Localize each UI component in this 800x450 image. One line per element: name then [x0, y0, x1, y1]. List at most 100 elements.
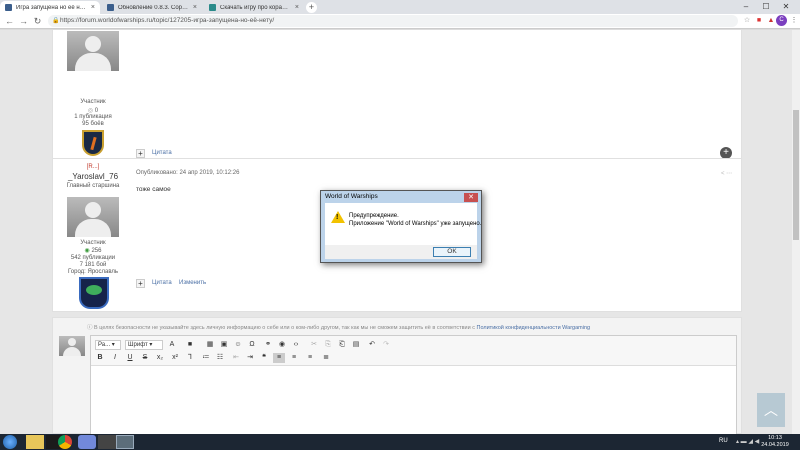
clock-date: 24.04.2019: [761, 442, 789, 448]
post-share-icons[interactable]: < ⋯: [721, 170, 732, 177]
language-indicator[interactable]: RU: [719, 438, 728, 444]
undo-icon[interactable]: ↶: [367, 340, 377, 350]
browser-toolbar: ← → ↻ 🔒 https://forum.worldofwarships.ru…: [0, 14, 800, 29]
discord-icon[interactable]: [78, 435, 96, 449]
preview-icon[interactable]: ◉: [277, 340, 287, 350]
dialog-message-line2: Приложение "World of Warships" уже запущ…: [349, 221, 482, 227]
bold-icon[interactable]: B: [95, 353, 105, 363]
multiquote-button[interactable]: +: [136, 149, 145, 158]
link-icon[interactable]: ⚭: [263, 340, 273, 350]
editor: Ра... ▾ Шрифт ▾ A ■ ▦ ▣ ☺ Ω ⚭ ◉ ‹› ✂ ⎘ ⎗…: [90, 335, 737, 434]
outdent-icon[interactable]: ⇤: [231, 353, 241, 363]
table-icon[interactable]: ▦: [205, 340, 215, 350]
align-left-icon[interactable]: ≡: [273, 353, 285, 363]
style-select[interactable]: Ра... ▾: [95, 340, 121, 350]
warning-icon-mark: !: [336, 214, 339, 221]
profile-avatar[interactable]: C: [776, 15, 787, 26]
dialog-button-bar: OK: [325, 245, 477, 259]
italic-icon[interactable]: I: [110, 353, 120, 363]
multiquote-button[interactable]: +: [136, 279, 145, 288]
extension-icon[interactable]: ▲: [766, 16, 776, 26]
strikethrough-icon[interactable]: S: [140, 353, 150, 363]
tab-forum-topic[interactable]: Игра запущена но её нету. - То... ×: [0, 1, 100, 14]
clan-tag[interactable]: [R...]: [53, 164, 133, 170]
world-of-warships-icon[interactable]: [116, 435, 134, 449]
minimize-button[interactable]: –: [736, 0, 756, 14]
close-icon[interactable]: ×: [193, 4, 197, 11]
publications-count: 1 публикация: [74, 114, 112, 120]
system-clock[interactable]: 10:13 24.04.2019: [760, 435, 790, 449]
indent-icon[interactable]: ⇥: [245, 353, 255, 363]
ok-button[interactable]: OK: [433, 247, 471, 257]
reputation: ◎ 0: [87, 108, 99, 114]
post-body: тоже самое: [136, 186, 171, 193]
privacy-notice: ⓘ В целях безопасности не указывайте зде…: [87, 325, 591, 331]
start-button[interactable]: [3, 435, 17, 449]
clear-format-icon[interactable]: Ꞁ: [185, 353, 195, 363]
battles-count: 95 боёв: [82, 121, 104, 127]
special-char-icon[interactable]: Ω: [247, 340, 257, 350]
maximize-button[interactable]: ☐: [756, 0, 776, 14]
tab-update-news[interactable]: Обновление 0.8.3. Соревнова... ×: [102, 1, 202, 14]
city: Город: Ярославль: [67, 269, 119, 275]
lock-icon: 🔒: [52, 18, 60, 24]
redo-icon[interactable]: ↷: [381, 340, 391, 350]
privacy-policy-link[interactable]: Политикой конфиденциальности Wargaming: [477, 325, 591, 331]
avatar: [59, 336, 85, 356]
clan-badge: [79, 277, 109, 309]
cut-icon[interactable]: ✂: [309, 340, 319, 350]
quote-icon[interactable]: ❝: [259, 353, 269, 363]
image-icon[interactable]: ▣: [219, 340, 229, 350]
text-color-icon[interactable]: ■: [185, 340, 195, 350]
bullet-list-icon[interactable]: ☷: [215, 353, 225, 363]
align-justify-icon[interactable]: ≣: [321, 353, 331, 363]
file-explorer-icon[interactable]: [26, 435, 44, 449]
username[interactable]: _Yaroslavl_76: [53, 172, 133, 181]
font-select[interactable]: Шрифт ▾: [125, 340, 163, 350]
subscript-icon[interactable]: x₂: [155, 353, 165, 363]
menu-icon[interactable]: ⋮: [789, 16, 799, 26]
forward-arrow-icon[interactable]: →: [18, 16, 29, 27]
reload-icon[interactable]: ↻: [32, 16, 43, 27]
extension-icon[interactable]: ■: [754, 16, 764, 26]
window-close-button[interactable]: ✕: [776, 0, 796, 14]
close-icon[interactable]: ×: [295, 4, 299, 11]
tray-icons[interactable]: ▴ ▬ ◢ ◀: [736, 438, 759, 445]
emoji-icon[interactable]: ☺: [233, 340, 243, 350]
close-icon[interactable]: ×: [91, 4, 95, 11]
member-title: Главный старшина: [66, 183, 120, 189]
code-icon[interactable]: ‹›: [291, 340, 301, 350]
paste-icon[interactable]: ⎗: [337, 340, 347, 350]
underline-icon[interactable]: U: [125, 353, 135, 363]
back-arrow-icon[interactable]: ←: [4, 16, 15, 27]
superscript-icon[interactable]: x²: [170, 353, 180, 363]
paste-text-icon[interactable]: ▤: [351, 340, 361, 350]
reputation: ◉ 256: [84, 248, 102, 254]
reply-area: ⓘ В целях безопасности не указывайте зде…: [52, 317, 742, 434]
edit-link[interactable]: Изменить: [179, 280, 206, 286]
avatar[interactable]: [67, 197, 119, 237]
dialog-message-line1: Предупреждение.: [349, 213, 399, 219]
tab-download-game[interactable]: Скачать игру про корабли Wor... ×: [204, 1, 304, 14]
quote-link[interactable]: Цитата: [152, 150, 172, 156]
reputation-icon: ◉: [84, 248, 90, 254]
star-icon[interactable]: ☆: [742, 16, 752, 26]
info-icon: ⓘ: [87, 325, 93, 331]
scroll-top-button[interactable]: ︿: [757, 393, 785, 427]
avatar[interactable]: [67, 31, 119, 71]
align-right-icon[interactable]: ≡: [305, 353, 315, 363]
page-scrollbar[interactable]: [792, 30, 800, 434]
game-center-icon[interactable]: [98, 435, 116, 449]
dialog-close-button[interactable]: ✕: [464, 193, 478, 202]
tab-title: Скачать игру про корабли Wor...: [220, 4, 291, 11]
tab-title: Игра запущена но её нету. - То...: [16, 4, 87, 11]
font-size-icon[interactable]: A: [167, 340, 177, 350]
chrome-icon[interactable]: [58, 435, 72, 449]
scrollbar-thumb[interactable]: [793, 110, 799, 240]
numbered-list-icon[interactable]: ≔: [201, 353, 211, 363]
quote-link[interactable]: Цитата: [152, 280, 172, 286]
new-tab-button[interactable]: +: [306, 2, 317, 13]
copy-icon[interactable]: ⎘: [323, 340, 333, 350]
align-center-icon[interactable]: ≡: [289, 353, 299, 363]
address-bar[interactable]: 🔒 https://forum.worldofwarships.ru/topic…: [48, 15, 738, 27]
